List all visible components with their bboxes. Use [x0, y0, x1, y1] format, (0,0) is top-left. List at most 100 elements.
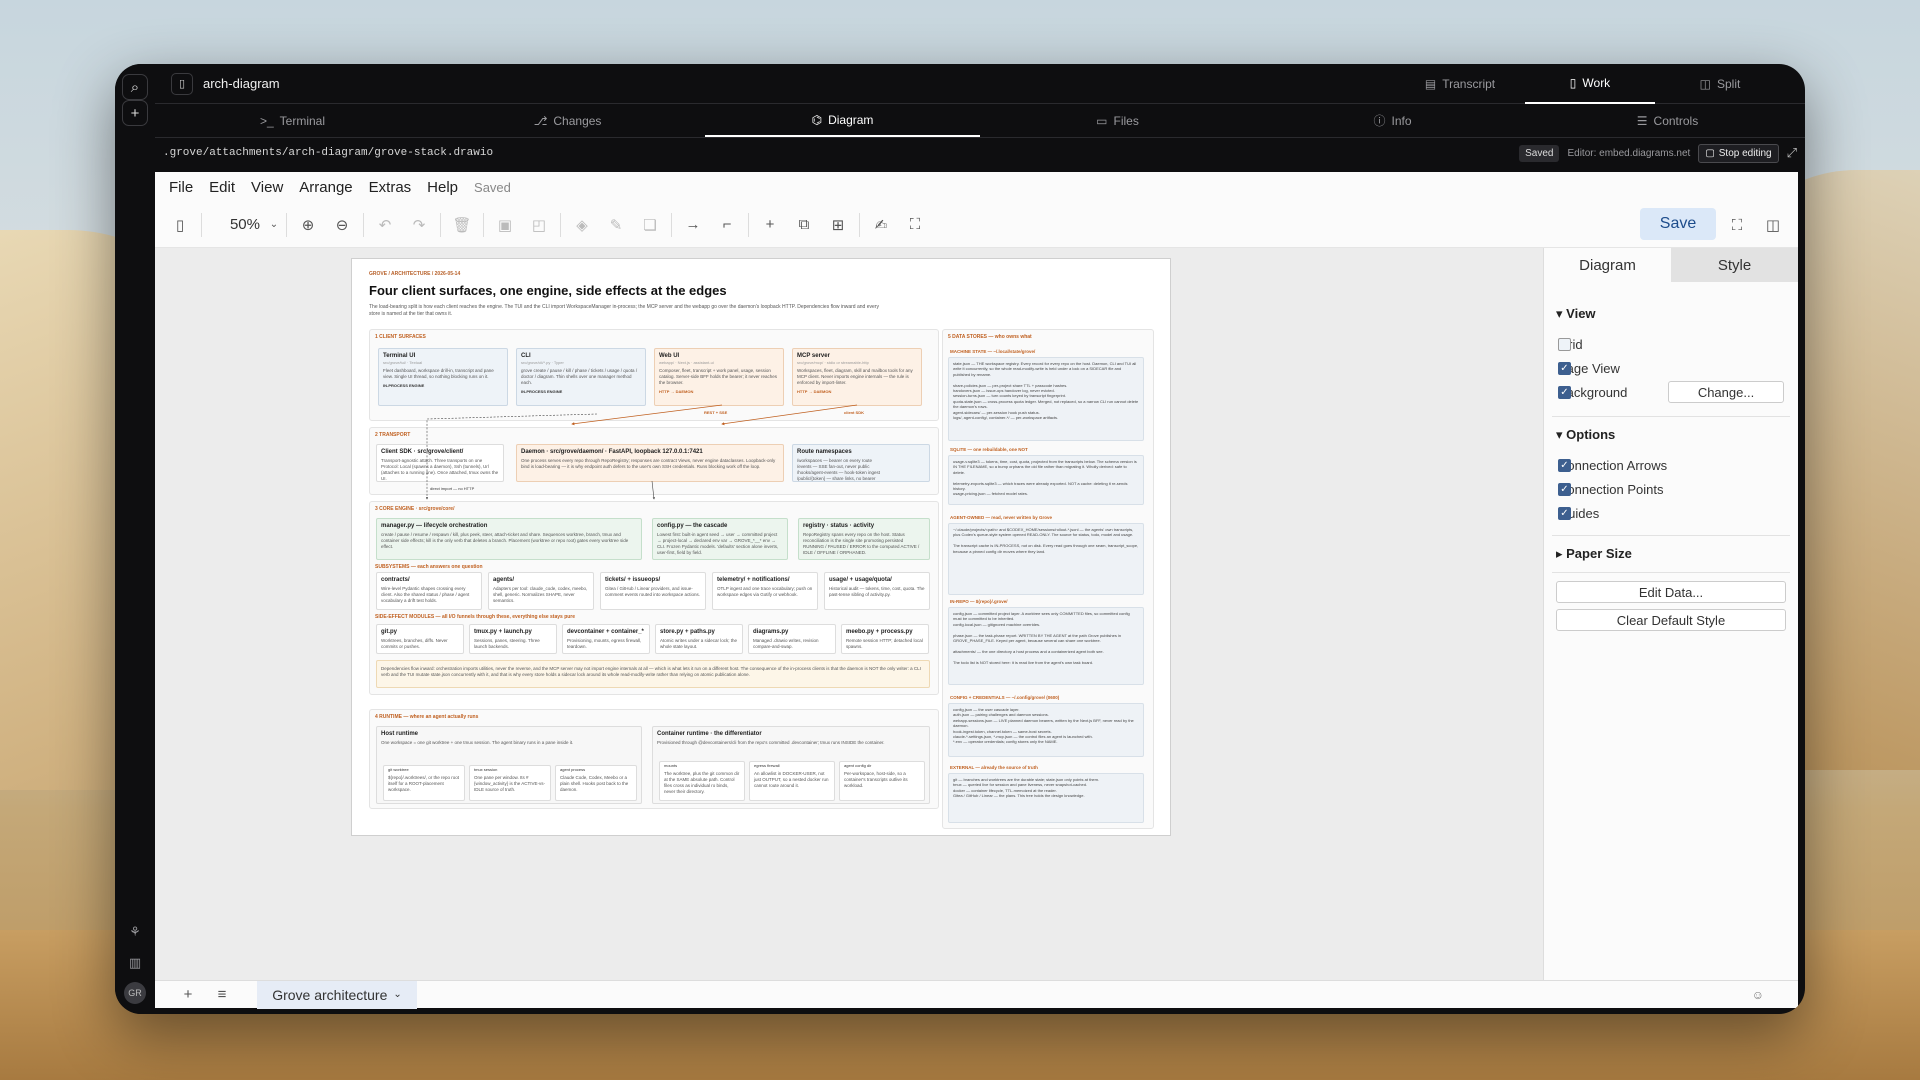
container-cell[interactable]: egress firewall An allowlist in DOCKER-US… [749, 761, 835, 801]
table-icon[interactable]: ⊞ [821, 208, 855, 242]
grove-icon[interactable]: ⚘ [124, 921, 146, 943]
store-box[interactable]: git — branches and worktrees are the dur… [948, 773, 1144, 823]
format-panel-icon[interactable]: ▯ [163, 208, 197, 242]
tab-controls[interactable]: ☰ Controls [1530, 104, 1805, 137]
connection-arrows-checkbox[interactable]: ✓ Connection Arrows [1558, 453, 1798, 477]
undo-icon[interactable]: ↶ [368, 208, 402, 242]
save-button[interactable]: Save [1640, 208, 1716, 240]
insert-icon[interactable]: + [753, 208, 787, 242]
conn-arrows-check[interactable]: ✓ [1558, 458, 1571, 472]
tab-diagram-format[interactable]: Diagram [1544, 248, 1671, 282]
box-cli[interactable]: CLI src/grove/cli/*.py · Typer grove creat… [516, 348, 646, 406]
paper-size-section[interactable]: ▸ Paper Size [1556, 546, 1798, 562]
store-box[interactable]: state.json — THE workspace registry. Eve… [948, 357, 1144, 441]
host-cell[interactable]: tmux session One pane per window. Its # {… [469, 765, 551, 801]
avatar[interactable]: GR [124, 982, 146, 1004]
page-view-checkbox[interactable]: ✓ Page View [1558, 356, 1798, 380]
background-check[interactable]: ✓ [1558, 385, 1571, 399]
store-heading[interactable]: SQLITE — one rebuildable, one NOT [950, 447, 1028, 452]
module-box[interactable]: meebo.py + process.py Remote session HTTP… [841, 624, 929, 654]
diagram-title[interactable]: Four client surfaces, one engine, side e… [369, 283, 727, 298]
box-daemon[interactable]: Daemon · src/grove/daemon/ · FastAPI, lo… [516, 444, 784, 482]
tab-info[interactable]: ⓘ Info [1255, 104, 1530, 137]
section-runtime[interactable]: 4 RUNTIME — where an agent actually runs… [369, 709, 939, 809]
mode-split[interactable]: ◫ Split [1655, 64, 1785, 104]
menu-view[interactable]: View [251, 179, 283, 196]
menu-extras[interactable]: Extras [369, 179, 412, 196]
view-section-title[interactable]: ▾ View [1556, 306, 1798, 322]
subsystem-box[interactable]: contracts/Wire-level Pydantic shapes cro… [376, 572, 482, 610]
redo-icon[interactable]: ↷ [402, 208, 436, 242]
box-route-namespaces[interactable]: Route namespaces/workspaces — bearer on … [792, 444, 930, 482]
module-box[interactable]: store.py + paths.py Atomic writes under a… [655, 624, 743, 654]
edit-data-button[interactable]: Edit Data... [1556, 581, 1786, 603]
box-config[interactable]: config.py — the cascade Lowest first: bui… [652, 518, 788, 560]
container-cell[interactable]: agent config dir Per-workspace, host-side… [839, 761, 925, 801]
zoom-level[interactable]: 50% [206, 216, 266, 233]
tab-style[interactable]: Style [1671, 248, 1798, 282]
subsystem-box[interactable]: telemetry/ + notifications/OTLP ingest a… [712, 572, 818, 610]
store-box[interactable]: ~/.claude/projects/<path> and $CODEX_HOM… [948, 523, 1144, 595]
section-transport[interactable]: 2 TRANSPORT Client SDK · src/grove/clien… [369, 427, 939, 495]
box-mcp-server[interactable]: MCP server src/grove/mcp/ · stdio or stre… [792, 348, 922, 406]
store-heading[interactable]: CONFIG + CREDENTIALS — ~/.config/grove/ … [950, 695, 1059, 700]
chevron-down-icon[interactable]: ⌄ [266, 208, 282, 242]
section-core-engine[interactable]: 3 CORE ENGINE · src/grove/core/ manager.… [369, 501, 939, 695]
shapes-icon[interactable]: ⧉ [787, 208, 821, 242]
layout-icon[interactable]: ⛶ [898, 208, 932, 242]
line-color-icon[interactable]: ✎ [599, 208, 633, 242]
zoom-out-icon[interactable]: ⊖ [325, 208, 359, 242]
diagram-canvas[interactable]: GROVE / ARCHITECTURE / 2026-05-14 Four c… [155, 248, 1543, 980]
guides-checkbox[interactable]: ✓ Guides [1558, 501, 1798, 525]
box-registry[interactable]: registry · status · activity RepoRegistry… [798, 518, 930, 560]
store-box[interactable]: config.json — committed project layer. A… [948, 607, 1144, 685]
zoom-in-icon[interactable]: ⊕ [291, 208, 325, 242]
fill-color-icon[interactable]: ◈ [565, 208, 599, 242]
toggle-panel-icon[interactable]: ◫ [1756, 208, 1790, 242]
delete-icon[interactable]: 🗑 [445, 208, 479, 242]
box-manager[interactable]: manager.py — lifecycle orchestration crea… [376, 518, 642, 560]
module-box[interactable]: diagrams.py Managed .drawio writes, revis… [748, 624, 836, 654]
change-background-button[interactable]: Change... [1668, 381, 1784, 403]
shadow-icon[interactable]: ❏ [633, 208, 667, 242]
to-front-icon[interactable]: ▣ [488, 208, 522, 242]
page-tab[interactable]: Grove architecture ⌄ [257, 980, 417, 1009]
conn-points-check[interactable]: ✓ [1558, 482, 1571, 496]
diagram-page[interactable]: GROVE / ARCHITECTURE / 2026-05-14 Four c… [351, 258, 1171, 836]
chart-icon[interactable]: ▥ [124, 952, 146, 974]
module-box[interactable]: git.py Worktrees, branches, diffs. Never … [376, 624, 464, 654]
edge-label-rest[interactable]: REST + SSE [704, 410, 727, 415]
to-back-icon[interactable]: ◰ [522, 208, 556, 242]
freehand-icon[interactable]: ✍ [864, 208, 898, 242]
subsystem-box[interactable]: usage/ + usage/quota/Historical audit — … [824, 572, 930, 610]
tab-files[interactable]: ▭ Files [980, 104, 1255, 137]
tab-diagram[interactable]: ⌬ Diagram [705, 104, 980, 137]
subsystem-box[interactable]: tickets/ + issueops/Gitea / GitHub / Lin… [600, 572, 706, 610]
host-cell[interactable]: git worktree ${repo}/.worktrees/, or the … [383, 765, 465, 801]
diagram-description[interactable]: The load-bearing split is how each clien… [369, 304, 889, 317]
expand-icon[interactable]: ⤢ [1787, 145, 1797, 161]
section-client-surfaces[interactable]: 1 CLIENT SURFACES Terminal UI src/grove/t… [369, 329, 939, 421]
search-icon[interactable]: ⌕ [122, 74, 148, 100]
stop-editing-button[interactable]: ▢ Stop editing [1698, 143, 1779, 163]
fullscreen-icon[interactable]: ⛶ [1720, 208, 1754, 242]
tab-changes[interactable]: ⎇ Changes [430, 104, 705, 137]
module-box[interactable]: devcontainer + container_* Provisioning, … [562, 624, 650, 654]
store-heading[interactable]: EXTERNAL — already the source of truth [950, 765, 1038, 770]
box-web-ui[interactable]: Web UI webapp/ · Next.js · assistant-ui Co… [654, 348, 784, 406]
box-terminal-ui[interactable]: Terminal UI src/grove/tui/ · Textual Fleet… [378, 348, 508, 406]
guides-check[interactable]: ✓ [1558, 506, 1571, 520]
store-box[interactable]: usage-v.sqlite3 — tokens, time, cost, qu… [948, 455, 1144, 505]
mode-work[interactable]: ▯ Work [1525, 64, 1655, 104]
store-heading[interactable]: IN-REPO — ${repo}/.grove/ [950, 599, 1008, 604]
feedback-icon[interactable]: ☺ [1752, 988, 1764, 1002]
edge-label-direct-import[interactable]: direct import — no HTTP [430, 486, 474, 491]
store-box[interactable]: config.json — the user cascade layer. au… [948, 703, 1144, 757]
menu-arrange[interactable]: Arrange [299, 179, 352, 196]
new-session-button[interactable]: + [122, 100, 148, 126]
container-cell[interactable]: mounts The worktree, plus the git common … [659, 761, 745, 801]
store-heading[interactable]: MACHINE STATE — ~/.local/state/grove/ [950, 349, 1035, 354]
box-host-runtime[interactable]: Host runtime One workspace = one git work… [376, 726, 642, 804]
box-container-runtime[interactable]: Container runtime · the differentiator Pr… [652, 726, 930, 804]
background-checkbox[interactable]: ✓ Background Change... [1558, 380, 1798, 404]
